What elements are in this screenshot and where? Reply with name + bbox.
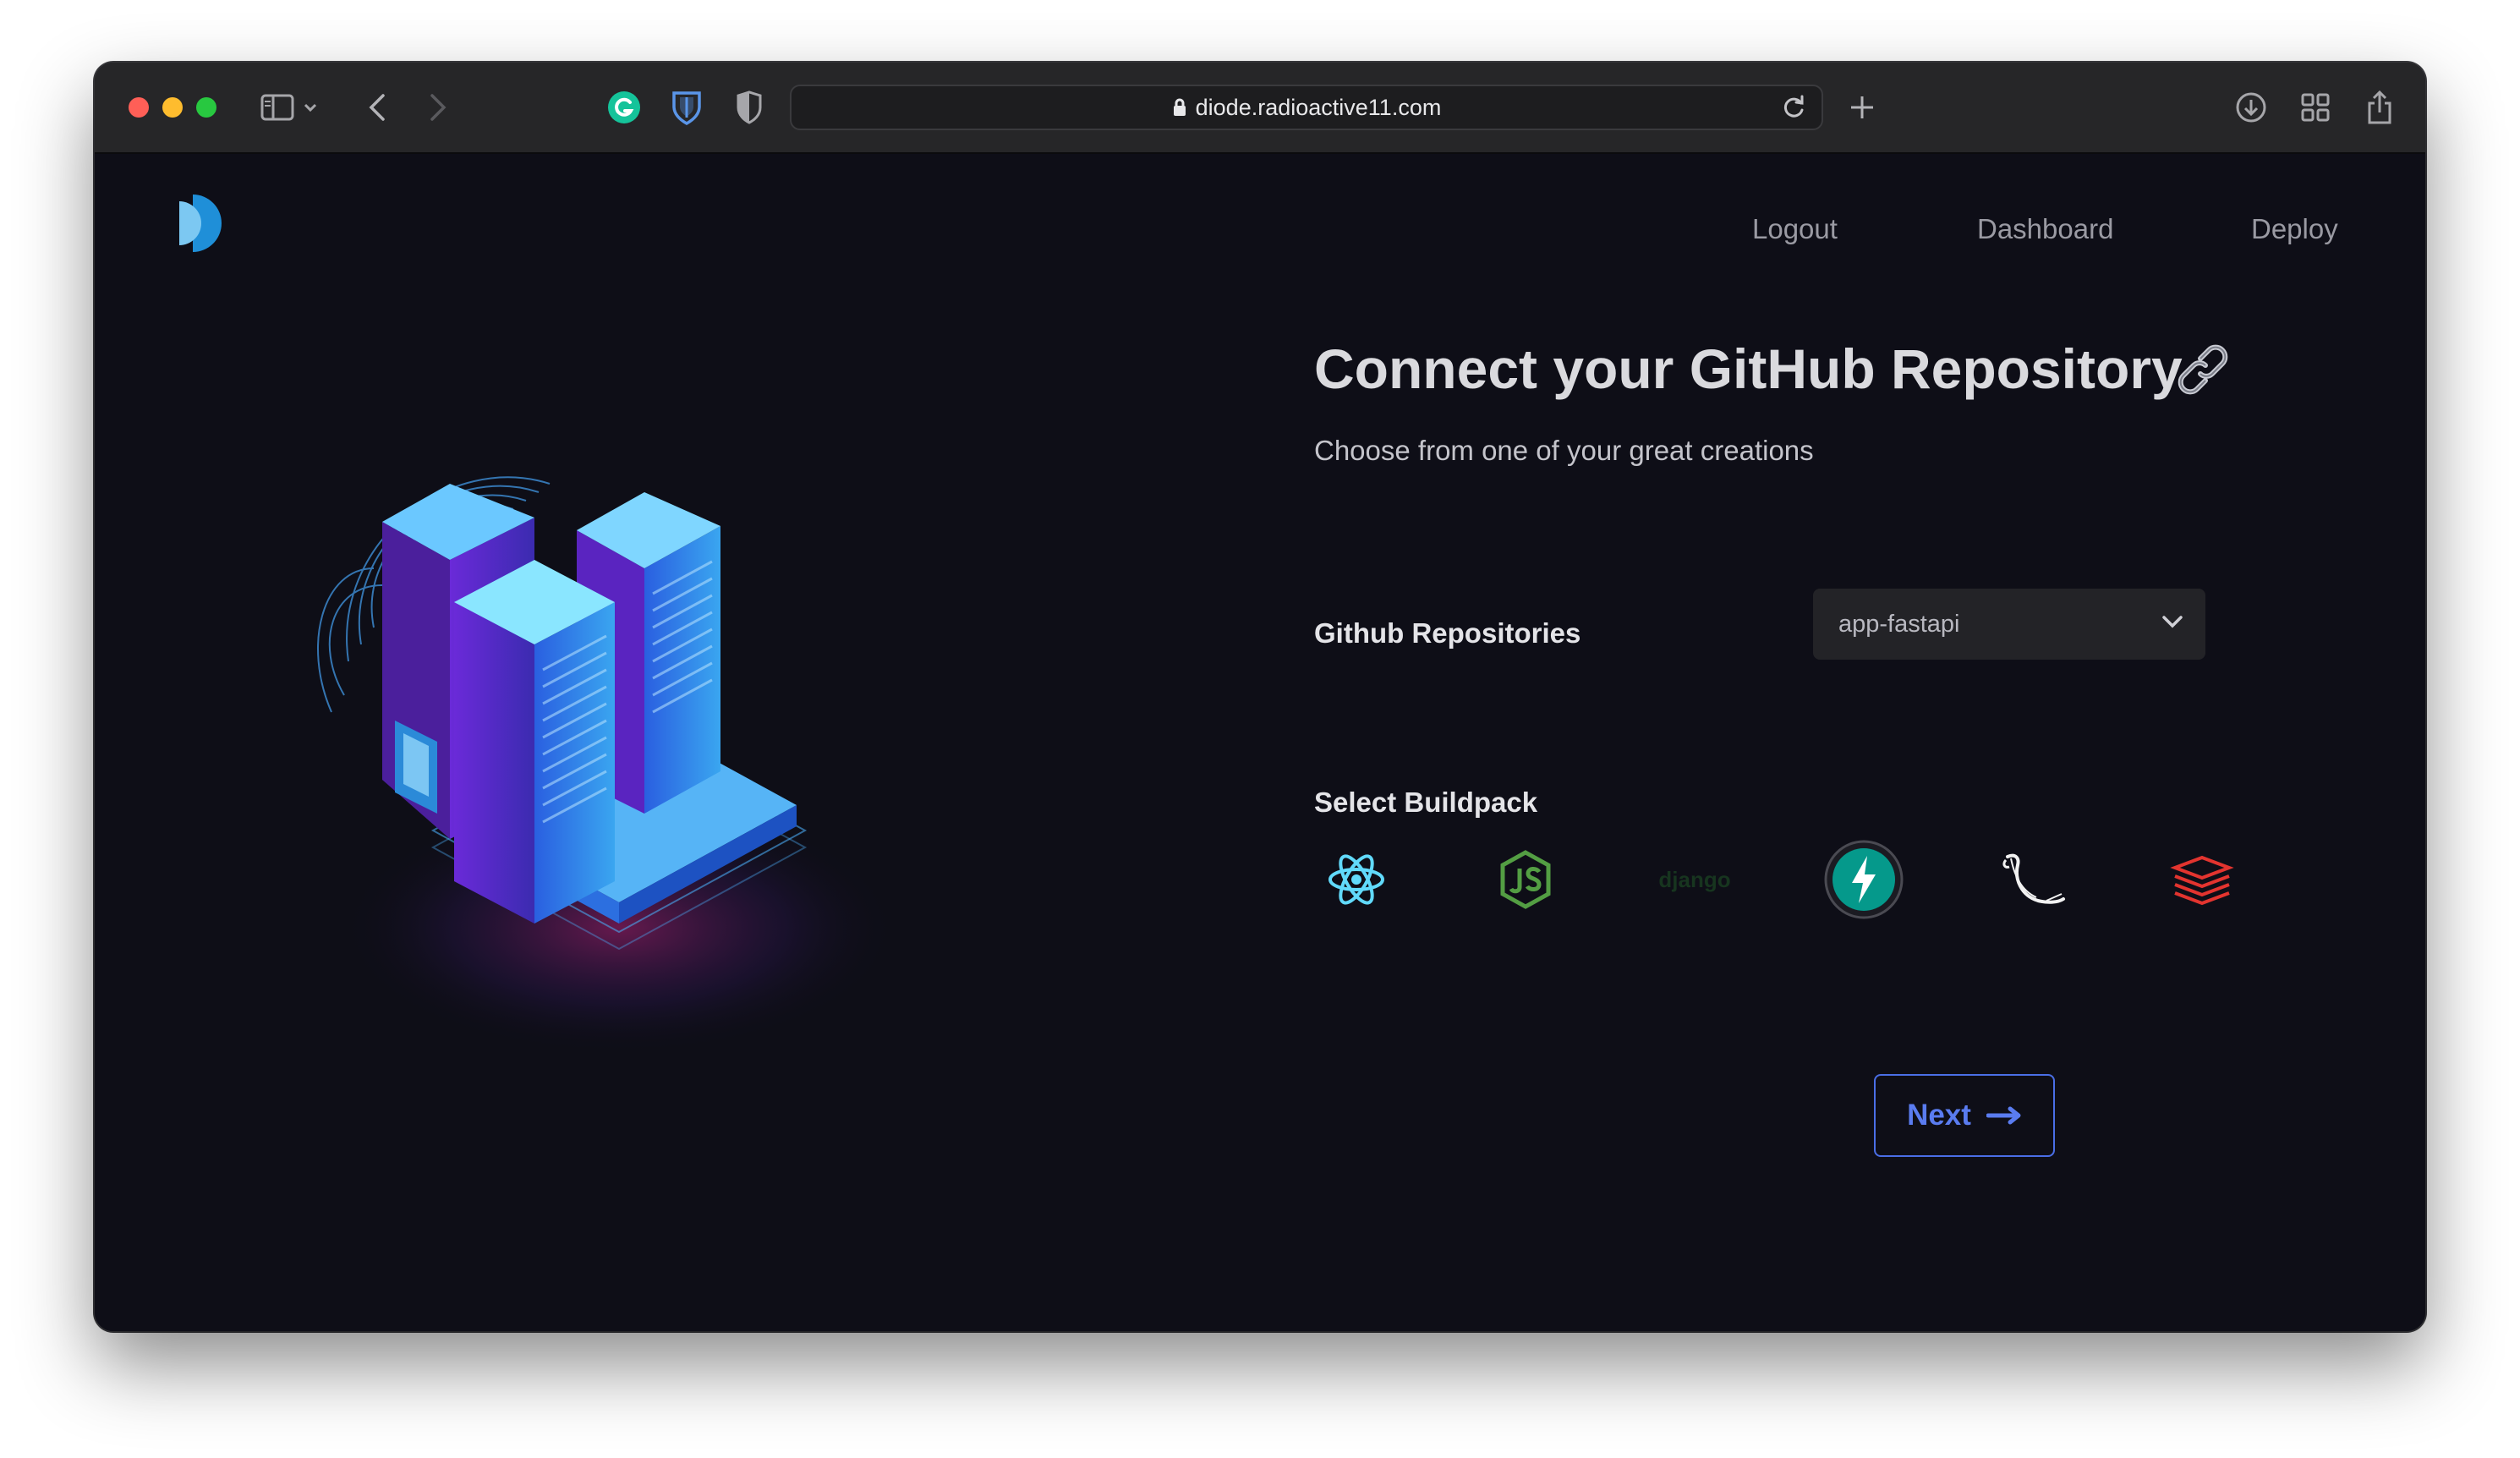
buildpack-react[interactable] [1314, 837, 1399, 922]
close-window-button[interactable] [129, 97, 149, 118]
share-icon[interactable] [2358, 85, 2402, 129]
url-text: diode.radioactive11.com [1195, 95, 1442, 120]
zoom-window-button[interactable] [196, 97, 216, 118]
page-content: Logout Dashboard Deploy Connect your Git… [95, 154, 2425, 1331]
server-stack-illustration [281, 441, 974, 1055]
link-chain-icon [2175, 342, 2231, 402]
grammarly-icon[interactable] [602, 85, 646, 129]
page-subtitle: Choose from one of your great creations [1314, 435, 1814, 466]
back-arrow-icon[interactable] [355, 85, 399, 129]
fastapi-icon [1824, 840, 1904, 919]
chevron-down-icon[interactable] [298, 85, 323, 129]
buildpack-flask[interactable] [1991, 837, 2075, 922]
new-tab-plus-icon[interactable] [1840, 85, 1884, 129]
nav-dashboard-link[interactable]: Dashboard [1977, 213, 2113, 245]
browser-toolbar: diode.radioactive11.com [95, 63, 2425, 154]
tab-overview-icon[interactable] [2293, 85, 2337, 129]
downloads-icon[interactable] [2229, 85, 2273, 129]
sidebar-toggle-icon[interactable] [255, 85, 299, 129]
page-title: Connect your GitHub Repository [1314, 337, 2183, 400]
forward-arrow-icon[interactable] [416, 85, 460, 129]
privacy-shield-icon[interactable] [727, 85, 771, 129]
diode-logo[interactable] [176, 189, 235, 261]
buildpack-laravel[interactable] [2160, 837, 2244, 922]
nodejs-icon [1500, 850, 1551, 909]
browser-window: diode.radioactive11.com Logout Dashboard… [95, 63, 2425, 1331]
django-icon: django [1658, 866, 1731, 892]
nav-logout-link[interactable]: Logout [1752, 213, 1838, 245]
buildpack-label: Select Buildpack [1314, 787, 1538, 818]
react-icon [1328, 854, 1384, 905]
laravel-icon [2170, 855, 2234, 906]
flask-icon [2002, 853, 2065, 904]
next-button[interactable]: Next [1874, 1074, 2055, 1157]
repo-label: Github Repositories [1314, 617, 1581, 649]
repository-select[interactable]: app-fastapi [1813, 589, 2205, 660]
arrow-right-icon [1986, 1106, 2021, 1125]
next-button-label: Next [1907, 1099, 1971, 1132]
buildpack-fastapi[interactable] [1822, 837, 1906, 922]
url-display: diode.radioactive11.com [792, 86, 1822, 129]
repository-select-value: app-fastapi [1838, 611, 1960, 638]
lock-icon [1173, 98, 1186, 116]
chevron-down-icon [2161, 614, 2183, 633]
buildpack-nodejs[interactable] [1483, 837, 1568, 922]
reload-icon[interactable] [1779, 93, 1808, 126]
minimize-window-button[interactable] [162, 97, 183, 118]
nav-deploy-link[interactable]: Deploy [2251, 213, 2338, 245]
address-bar[interactable]: diode.radioactive11.com [790, 85, 1823, 130]
bitwarden-shield-icon[interactable] [665, 85, 709, 129]
buildpack-django[interactable]: django [1652, 837, 1737, 922]
